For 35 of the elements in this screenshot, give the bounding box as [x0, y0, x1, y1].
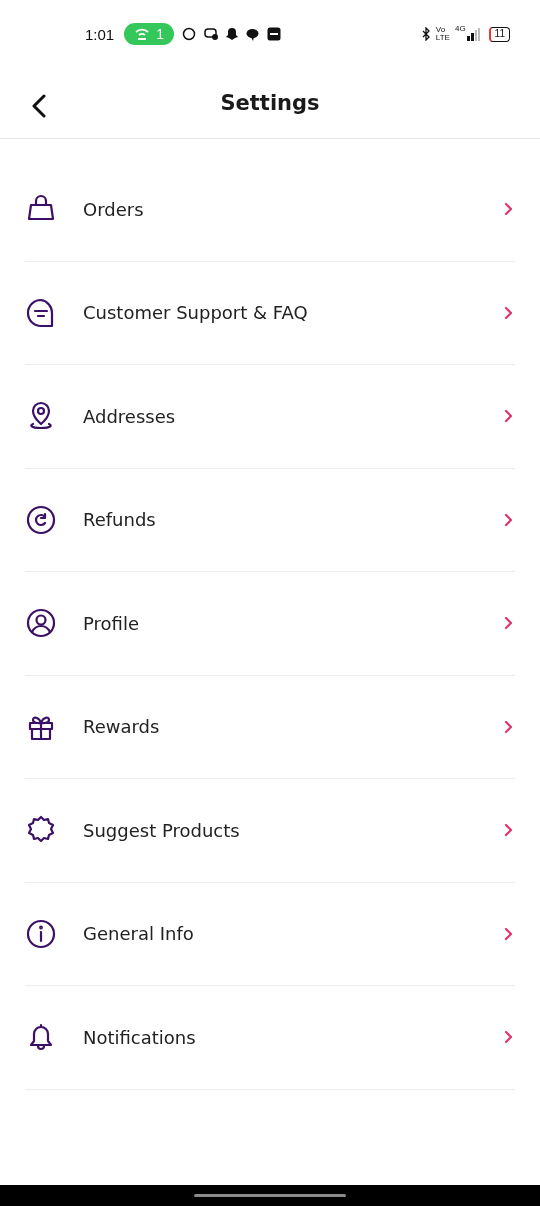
- signal-icon: [466, 27, 481, 41]
- app-icon: [267, 27, 281, 41]
- settings-item[interactable]: Orders: [25, 158, 515, 262]
- chevron-right-icon: [504, 202, 513, 217]
- settings-item[interactable]: Suggest Products: [25, 779, 515, 883]
- chevron-right-icon: [504, 926, 513, 941]
- clock-time: 1:01: [85, 25, 115, 43]
- settings-item[interactable]: Customer Support & FAQ: [25, 261, 515, 365]
- settings-item[interactable]: Refunds: [25, 468, 515, 572]
- chevron-right-icon: [504, 616, 513, 631]
- volte-indicator: Vo LTE: [435, 26, 450, 42]
- ghost-icon: [226, 27, 238, 41]
- settings-item[interactable]: Notifications: [25, 986, 515, 1090]
- hotspot-indicator: 1: [124, 23, 174, 45]
- speech-bubble-icon: [246, 27, 259, 41]
- hotspot-icon: [134, 27, 151, 41]
- info-icon: [25, 917, 57, 950]
- chevron-right-icon: [504, 823, 513, 838]
- settings-item[interactable]: Addresses: [25, 365, 515, 469]
- chevron-right-icon: [504, 1030, 513, 1045]
- bluetooth-icon: [420, 27, 431, 41]
- chevron-right-icon: [504, 719, 513, 734]
- network-type: 4G: [454, 24, 466, 33]
- battery-indicator: 11: [488, 26, 510, 42]
- refund-icon: [25, 503, 57, 536]
- page-title: Settings: [220, 91, 320, 115]
- settings-item[interactable]: Profile: [25, 572, 515, 676]
- settings-item[interactable]: General Info: [25, 882, 515, 986]
- chevron-right-icon: [504, 512, 513, 527]
- settings-item[interactable]: Rewards: [25, 675, 515, 779]
- profile-icon: [25, 607, 57, 640]
- chevron-right-icon: [504, 305, 513, 320]
- home-handle[interactable]: [194, 1194, 346, 1197]
- chevron-right-icon: [504, 409, 513, 424]
- chat-icon: [204, 27, 218, 41]
